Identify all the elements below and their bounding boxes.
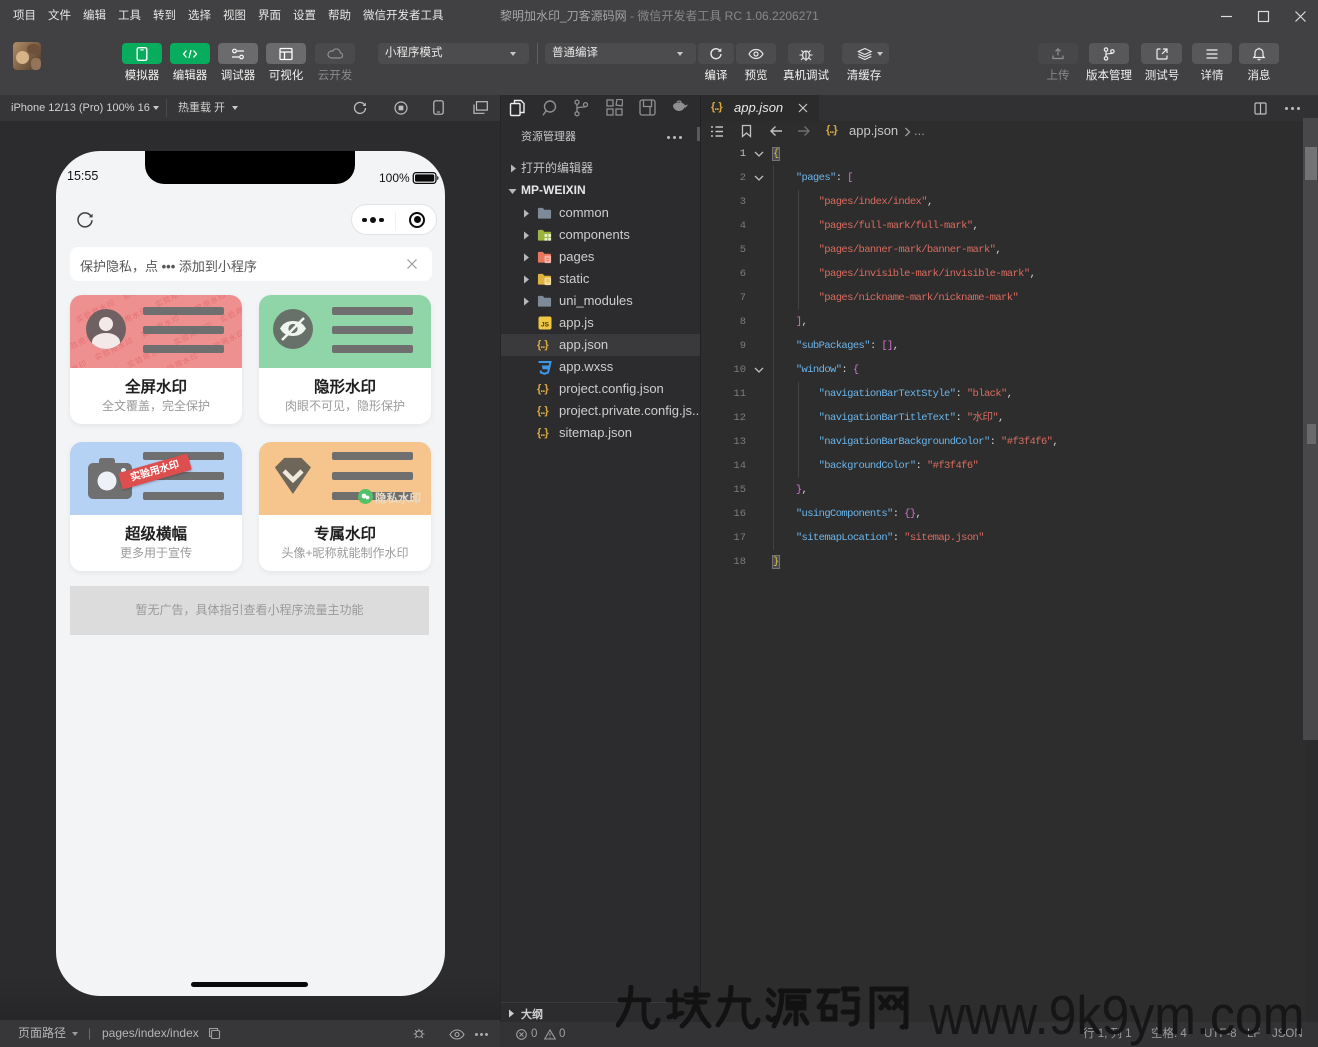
svg-text:JS: JS <box>541 322 550 329</box>
